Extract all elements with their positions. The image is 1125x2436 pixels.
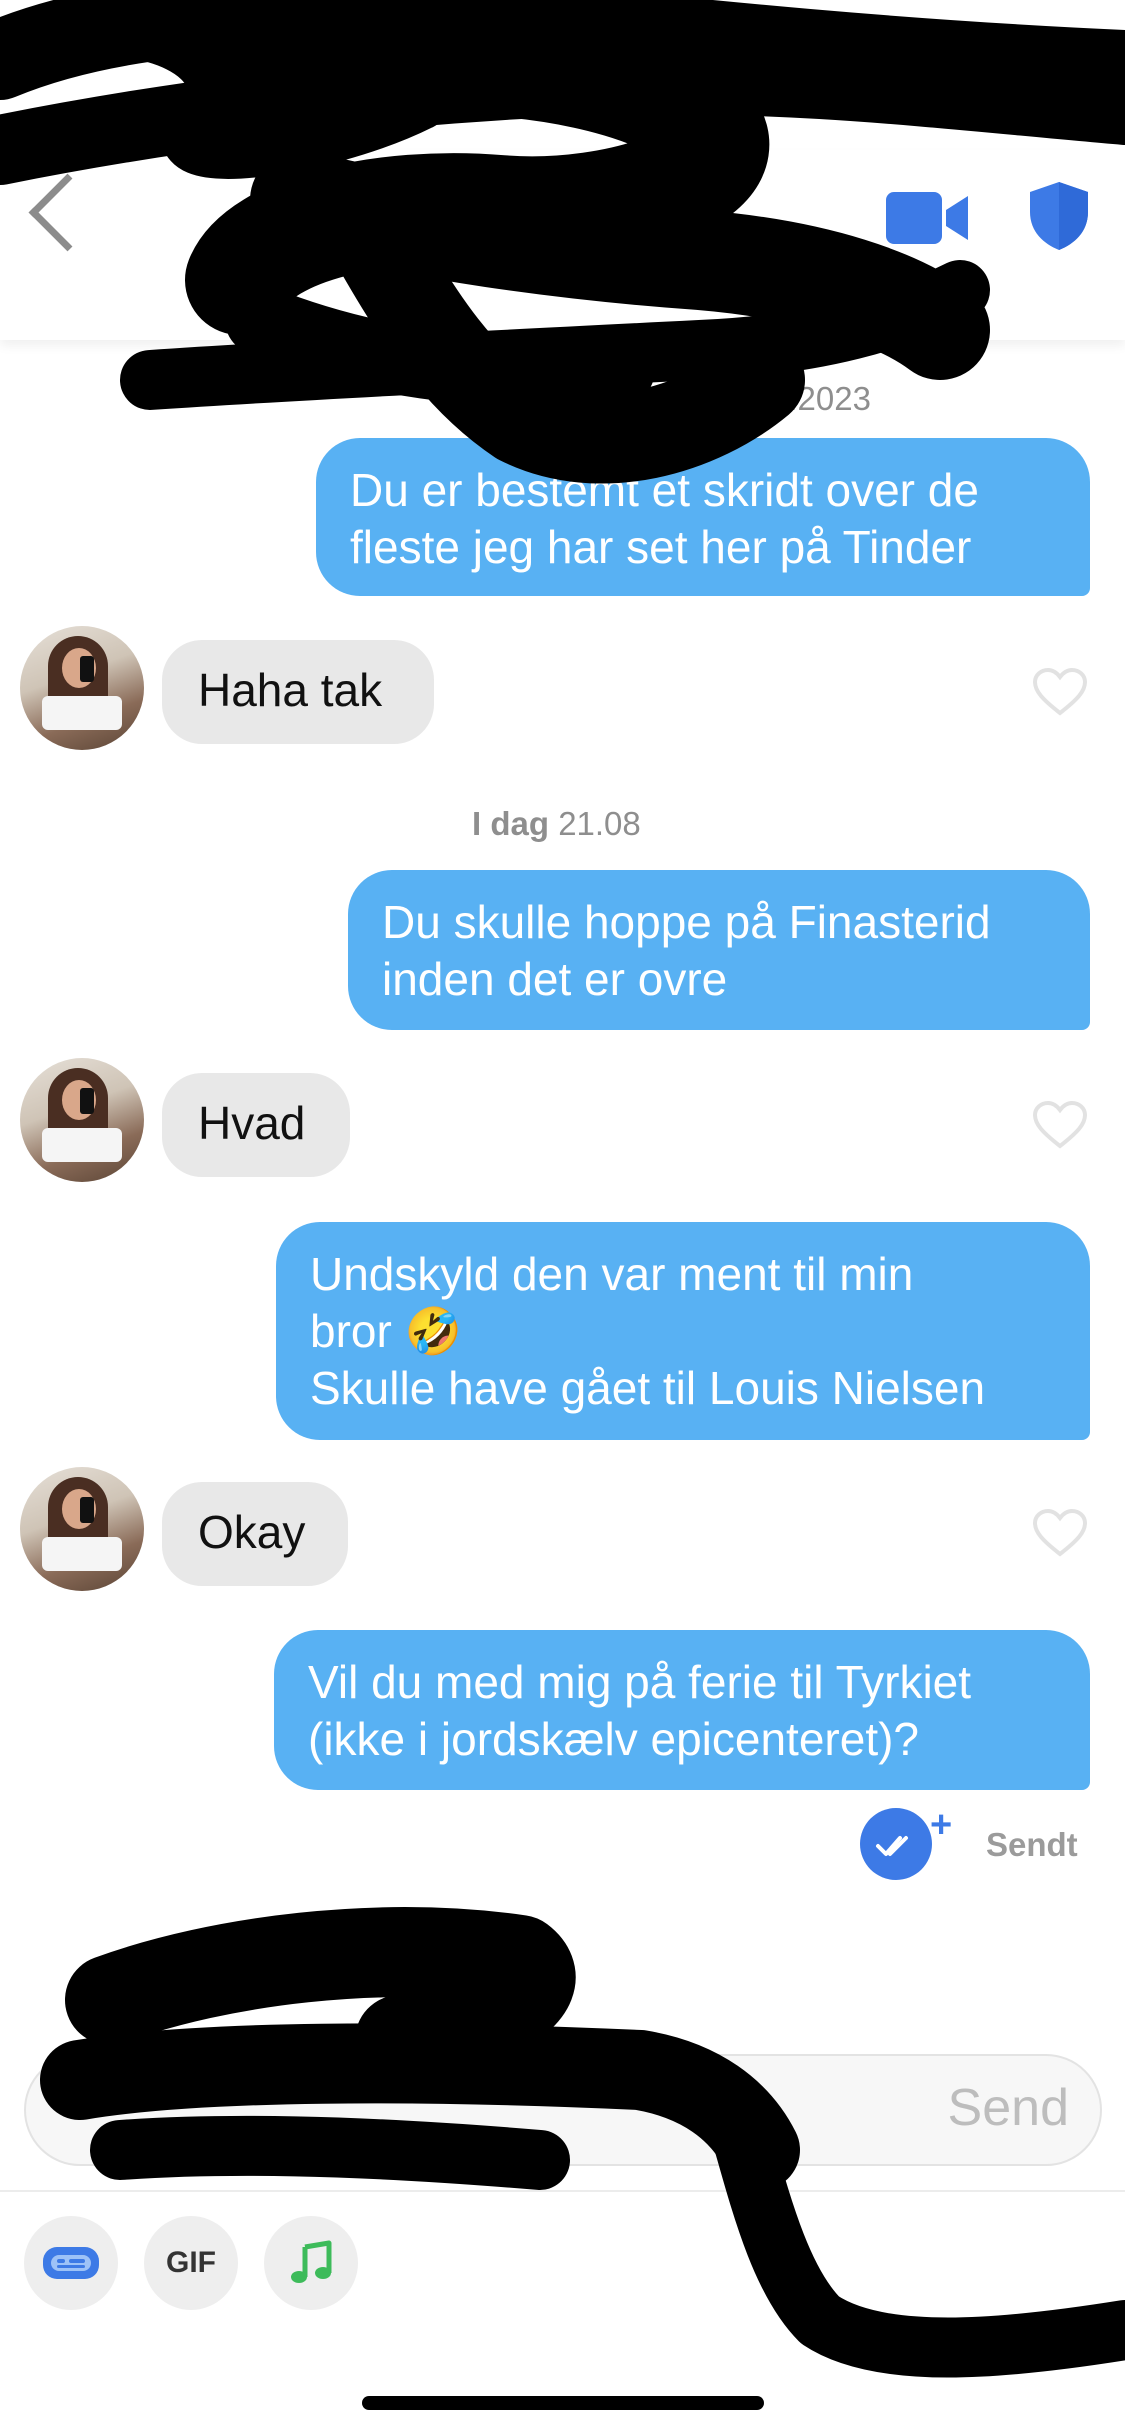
sticker-icon	[43, 2247, 99, 2279]
message-line: Undskyld den var ment til min	[310, 1248, 914, 1300]
message-incoming[interactable]: Hvad	[162, 1073, 350, 1177]
message-line: bror 🤣	[310, 1305, 462, 1357]
heart-icon[interactable]	[1032, 667, 1088, 717]
message-line: Vil du med mig på ferie til Tyrkiet	[308, 1656, 972, 1708]
music-icon	[291, 2240, 332, 2283]
message-outgoing[interactable]: Vil du med mig på ferie til Tyrkiet (ikk…	[274, 1630, 1090, 1790]
read-receipt-icon[interactable]	[860, 1808, 932, 1880]
video-call-icon[interactable]	[886, 190, 968, 246]
message-line: Du er bestemt et skridt over de	[350, 464, 979, 516]
toolbar-divider	[0, 2190, 1125, 2192]
message-incoming[interactable]: Haha tak	[162, 640, 434, 744]
gif-icon: GIF	[166, 2246, 216, 2279]
sticker-button[interactable]	[24, 2216, 118, 2310]
home-indicator	[362, 2396, 764, 2410]
partial-date: 1.2023	[770, 380, 871, 417]
heart-icon[interactable]	[1032, 1100, 1088, 1150]
message-incoming[interactable]: Okay	[162, 1482, 348, 1586]
send-button[interactable]: Send	[948, 2078, 1069, 2138]
music-button[interactable]	[264, 2216, 358, 2310]
avatar[interactable]	[20, 626, 144, 750]
shield-icon[interactable]	[1028, 180, 1090, 252]
battery-icon	[1027, 50, 1090, 79]
boost-plus[interactable]: +	[930, 1804, 952, 1847]
date-separator: I dag 21.08	[472, 805, 641, 842]
status-bar-right: 4G	[924, 46, 1090, 83]
avatar[interactable]	[20, 1058, 144, 1182]
message-outgoing[interactable]: Undskyld den var ment til min bror 🤣 Sku…	[276, 1222, 1090, 1440]
heart-icon[interactable]	[1032, 1508, 1088, 1558]
signal-icon	[924, 50, 965, 80]
message-line: Skulle have gået til Louis Nielsen	[310, 1362, 986, 1414]
message-outgoing[interactable]: Du er bestemt et skridt over de fleste j…	[316, 438, 1090, 596]
message-line: Du skulle hoppe på Finasterid	[382, 896, 991, 948]
message-line: (ikke i jordskælv epicenteret)?	[308, 1713, 920, 1765]
sent-status: Sendt	[986, 1826, 1078, 1863]
gif-button[interactable]: GIF	[144, 2216, 238, 2310]
message-line: inden det er ovre	[382, 953, 728, 1005]
message-line: fleste jeg har set her på Tinder	[350, 521, 972, 573]
message-input[interactable]	[24, 2054, 1102, 2166]
avatar[interactable]	[20, 1467, 144, 1591]
message-outgoing[interactable]: Du skulle hoppe på Finasterid inden det …	[348, 870, 1090, 1030]
network-label: 4G	[974, 46, 1017, 82]
